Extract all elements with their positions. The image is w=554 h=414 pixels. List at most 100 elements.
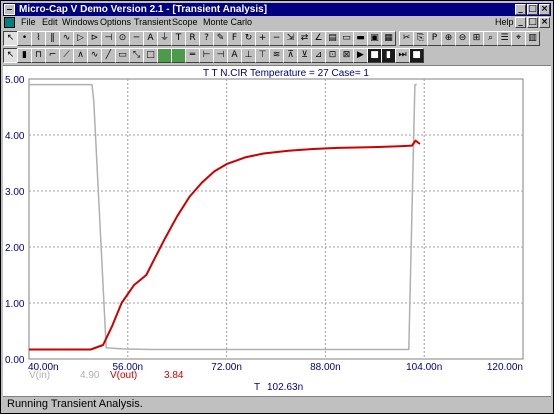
dash-icon[interactable]: ═ — [185, 48, 200, 63]
scale-icon[interactable]: ⇲ — [283, 31, 298, 46]
maximize-button[interactable]: □ — [527, 4, 538, 15]
diag-icon[interactable]: ⤡ — [129, 48, 144, 63]
green-box2-icon[interactable] — [171, 48, 186, 63]
minimize-button[interactable]: _ — [515, 4, 526, 15]
arrow-icon[interactable]: ↖ — [3, 31, 18, 46]
graph1-icon[interactable]: ⊢ — [199, 48, 214, 63]
box-icon[interactable]: □ — [143, 48, 158, 63]
calc-icon[interactable]: ▥ — [525, 31, 540, 46]
plot-area[interactable]: T T N.CIR Temperature = 27 Case= 1 0.00 1… — [3, 65, 551, 396]
line-icon[interactable]: ╱ — [101, 48, 116, 63]
tool-f-button[interactable]: F — [227, 31, 242, 46]
y-tick-label: 3.00 — [5, 187, 25, 198]
plot-grid — [28, 78, 524, 360]
minus-icon[interactable]: − — [269, 31, 284, 46]
bar-icon[interactable]: ▮ — [17, 48, 32, 63]
tri-icon[interactable]: ∧ — [73, 48, 88, 63]
graph2-icon[interactable]: ⊣ — [213, 48, 228, 63]
legend-vin-value: 4.90 — [80, 370, 100, 381]
node-icon[interactable]: • — [17, 31, 32, 46]
window3-icon[interactable]: ▣ — [367, 31, 382, 46]
pause-icon[interactable]: ▮ — [381, 48, 396, 63]
capacitor-icon[interactable]: ‖ — [45, 31, 60, 46]
graph10-icon[interactable]: ⊡ — [325, 48, 340, 63]
play-icon[interactable]: ▶ — [353, 48, 368, 63]
menu-file[interactable]: File — [21, 16, 36, 29]
pencil-icon[interactable]: ✎ — [213, 31, 228, 46]
step-icon[interactable]: ⌐ — [45, 48, 60, 63]
window2-icon[interactable]: ▬ — [353, 31, 368, 46]
sine-icon[interactable]: ∿ — [87, 48, 102, 63]
end-icon[interactable]: ■ — [409, 48, 424, 63]
battery-icon[interactable]: ⊣ — [101, 31, 116, 46]
paste2-icon[interactable]: ⎘ — [413, 31, 428, 46]
rel-icon[interactable]: R — [185, 31, 200, 46]
app-window: Micro-Cap V Demo Version 2.1 - [Transien… — [0, 0, 554, 414]
diode-icon[interactable]: ▷ — [73, 31, 88, 46]
paste-icon[interactable]: ▤ — [325, 31, 340, 46]
menu-options[interactable]: Options — [100, 16, 131, 29]
menu-monte-carlo[interactable]: Monte Carlo — [203, 16, 252, 29]
tool-p-button[interactable]: P — [427, 31, 442, 46]
doc-minimize-button[interactable]: _ — [515, 17, 526, 28]
label-icon[interactable]: A — [143, 31, 158, 46]
graph7-icon[interactable]: ⊼ — [283, 48, 298, 63]
graph11-icon[interactable]: ⊠ — [339, 48, 354, 63]
zoom-out-icon[interactable]: ⊖ — [455, 31, 470, 46]
system-menu-icon[interactable] — [4, 4, 15, 15]
y-tick-label: 4.00 — [5, 131, 25, 142]
legend-vout-value: 3.84 — [164, 370, 184, 381]
select-icon[interactable]: ↖ — [3, 48, 18, 63]
menu-transient[interactable]: Transient — [134, 16, 171, 29]
graph5-icon[interactable]: ⊤ — [255, 48, 270, 63]
resistor-icon[interactable]: ⌇ — [31, 31, 46, 46]
ramp-icon[interactable]: ⟋ — [59, 48, 74, 63]
document-icon[interactable] — [4, 17, 15, 28]
x-tick-label: 72.00n — [211, 362, 242, 373]
step2-icon[interactable]: ⏭ — [395, 48, 410, 63]
table-icon[interactable]: ☰ — [497, 31, 512, 46]
menu-help[interactable]: Help — [495, 16, 514, 29]
menu-windows[interactable]: Windows — [62, 16, 99, 29]
status-text: Running Transient Analysis. — [7, 398, 143, 410]
pulse-icon[interactable]: ⊓ — [31, 48, 46, 63]
scope-icon[interactable]: ⌖ — [511, 31, 526, 46]
ground-icon[interactable]: ⏚ — [157, 31, 172, 46]
stop-icon[interactable]: ■ — [367, 48, 382, 63]
menu-bar: File Edit Windows Options Transient Scop… — [3, 16, 551, 29]
graph4-icon[interactable]: ⊥ — [241, 48, 256, 63]
zoom-in-icon[interactable]: ⊕ — [441, 31, 456, 46]
flip-icon[interactable]: ⇄ — [297, 31, 312, 46]
transient-plot[interactable]: T T N.CIR Temperature = 27 Case= 1 0.00 1… — [3, 66, 551, 396]
grid-icon[interactable]: ▦ — [381, 31, 396, 46]
help-icon[interactable]: ? — [199, 31, 214, 46]
source-icon[interactable]: ⊙ — [115, 31, 130, 46]
inductor-icon[interactable]: ∿ — [59, 31, 74, 46]
graph8-icon[interactable]: ⊻ — [297, 48, 312, 63]
graph9-icon[interactable]: ⊿ — [311, 48, 326, 63]
cut-icon[interactable]: ✂ — [399, 31, 414, 46]
transistor-icon[interactable]: ⊳ — [87, 31, 102, 46]
doc-close-button[interactable]: × — [539, 17, 550, 28]
green-box-icon[interactable] — [157, 48, 172, 63]
plot-header: T T N.CIR Temperature = 27 Case= 1 — [203, 68, 369, 79]
graph3-icon[interactable]: A — [227, 48, 242, 63]
text-icon[interactable]: T — [171, 31, 186, 46]
menu-edit[interactable]: Edit — [42, 16, 58, 29]
menu-scope[interactable]: Scope — [172, 16, 198, 29]
graph6-icon[interactable]: ≋ — [269, 48, 284, 63]
rotate-icon[interactable]: ↻ — [241, 31, 256, 46]
x-tick-label: 88.00n — [310, 362, 341, 373]
series-group — [29, 83, 421, 351]
plus-icon[interactable]: + — [255, 31, 270, 46]
wire-icon[interactable]: ─ — [129, 31, 144, 46]
x-axis-ticks: 40.00n 56.00n 72.00n 88.00n 104.00n 120.00n — [28, 362, 523, 373]
grid2-icon[interactable]: ⊞ — [469, 31, 484, 46]
legend-vin-name: V(in) — [29, 370, 50, 381]
close-button[interactable]: × — [539, 4, 550, 15]
find-icon[interactable]: ⌕ — [483, 31, 498, 46]
window1-icon[interactable]: ▭ — [339, 31, 354, 46]
rect-icon[interactable]: ▭ — [115, 48, 130, 63]
angle-icon[interactable]: ∠ — [311, 31, 326, 46]
doc-restore-button[interactable]: □ — [527, 17, 538, 28]
